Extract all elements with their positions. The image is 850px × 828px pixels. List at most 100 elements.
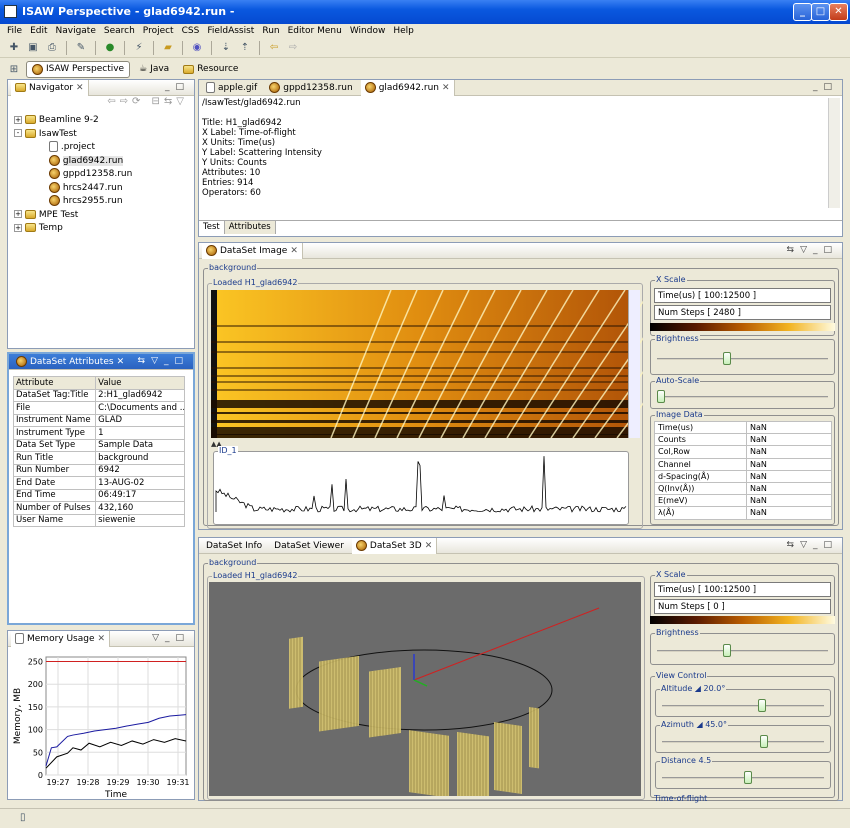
table-row[interactable]: End Date 13-AUG-02 bbox=[12, 476, 185, 490]
time-field[interactable]: Time(us) [ 100:12500 ] bbox=[654, 288, 831, 303]
table-row[interactable]: Instrument Name GLAD bbox=[12, 413, 185, 427]
edit-icon[interactable]: ✎ bbox=[73, 40, 89, 55]
view-controls[interactable]: ▽_□ bbox=[152, 633, 190, 643]
tree-item[interactable]: glad6942.run bbox=[14, 154, 194, 169]
table-row[interactable]: Instrument Type 1 bbox=[12, 426, 185, 440]
fast-view-icon[interactable]: ▯ bbox=[20, 812, 26, 823]
table-row[interactable]: File C:\Documents and ... bbox=[12, 401, 185, 415]
menu-window[interactable]: Window bbox=[350, 26, 386, 36]
close-icon[interactable]: ✕ bbox=[290, 246, 298, 256]
column-header[interactable]: Attribute bbox=[12, 376, 97, 390]
view3d-tab[interactable]: DataSet Viewer bbox=[270, 538, 348, 554]
menu-edit[interactable]: Edit bbox=[30, 26, 47, 36]
print-icon[interactable]: ⎙ bbox=[44, 40, 60, 55]
globe-icon[interactable]: ◉ bbox=[189, 40, 205, 55]
editor-tab[interactable]: glad6942.run ✕ bbox=[360, 79, 455, 96]
menu-project[interactable]: Project bbox=[143, 26, 174, 36]
brightness-slider[interactable] bbox=[657, 352, 828, 366]
close-icon[interactable]: ✕ bbox=[76, 83, 84, 93]
altitude-slider[interactable] bbox=[662, 699, 824, 713]
tree-item[interactable]: gppd12358.run bbox=[14, 168, 194, 182]
menu-editor-menu[interactable]: Editor Menu bbox=[288, 26, 342, 36]
view-controls[interactable]: ⇆▽_□ bbox=[138, 356, 189, 366]
table-row[interactable]: Data Set Type Sample Data bbox=[12, 438, 185, 452]
azimuth-slider[interactable] bbox=[662, 735, 824, 749]
save-icon[interactable]: ▣ bbox=[25, 40, 41, 55]
view3d-tab[interactable]: DataSet Info bbox=[202, 538, 266, 554]
back-icon[interactable]: ⇦ bbox=[266, 40, 282, 55]
tab-attributes[interactable]: DataSet Attributes ✕ bbox=[12, 354, 128, 370]
navigator-toolbar[interactable]: ⇦⇨⟳ ⊟⇆▽ bbox=[8, 96, 194, 114]
close-icon[interactable]: ✕ bbox=[98, 634, 106, 644]
menu-navigate[interactable]: Navigate bbox=[56, 26, 96, 36]
tab-attributes-editor[interactable]: Attributes bbox=[224, 221, 276, 234]
menu-file[interactable]: File bbox=[7, 26, 22, 36]
tree-item[interactable]: hrcs2955.run bbox=[14, 195, 194, 209]
tab-test[interactable]: Test bbox=[199, 221, 225, 234]
run-icon[interactable]: ● bbox=[102, 40, 118, 55]
expand-toggle-icon[interactable]: + bbox=[14, 115, 22, 124]
close-icon[interactable]: ✕ bbox=[442, 83, 450, 93]
window-title-bar[interactable]: ISAW Perspective - glad6942.run - _ □ ✕ bbox=[0, 0, 850, 24]
perspective-java[interactable]: ☕ Java bbox=[134, 61, 174, 78]
tree-item[interactable]: + MPE Test bbox=[14, 209, 194, 223]
tree-item[interactable]: - IsawTest bbox=[14, 128, 194, 142]
view-controls[interactable]: _□ bbox=[813, 82, 838, 92]
menu-run[interactable]: Run bbox=[262, 26, 279, 36]
time-field[interactable]: Time(us) [ 100:12500 ] bbox=[654, 582, 831, 597]
view3d-tab[interactable]: DataSet 3D ✕ bbox=[351, 537, 438, 554]
view-controls[interactable]: ⇆▽_□ bbox=[787, 540, 838, 550]
steps-field[interactable]: Num Steps [ 2480 ] bbox=[654, 305, 831, 320]
distance-slider[interactable] bbox=[662, 771, 824, 785]
tab-navigator[interactable]: Navigator ✕ bbox=[11, 79, 89, 96]
close-button[interactable]: ✕ bbox=[829, 3, 848, 21]
menu-help[interactable]: Help bbox=[393, 26, 414, 36]
expand-toggle-icon[interactable]: + bbox=[14, 210, 22, 218]
image-scrollbar[interactable] bbox=[628, 290, 640, 438]
table-row[interactable]: Run Title background bbox=[12, 451, 185, 465]
brightness-slider[interactable] bbox=[657, 644, 828, 658]
menu-fieldassist[interactable]: FieldAssist bbox=[207, 26, 254, 36]
view-controls[interactable]: _□ bbox=[165, 82, 190, 92]
tree-item[interactable]: .project bbox=[14, 141, 194, 155]
tab-dataset-image[interactable]: DataSet Image ✕ bbox=[202, 242, 303, 259]
close-icon[interactable]: ✕ bbox=[425, 541, 433, 551]
editor-tab[interactable]: apple.gif bbox=[202, 80, 261, 96]
forward-icon[interactable]: ⇨ bbox=[285, 40, 301, 55]
navigator-tree[interactable]: + Beamline 9-2- IsawTest .project glad69… bbox=[8, 114, 194, 236]
prev-annotation-icon[interactable]: ⇡ bbox=[237, 40, 253, 55]
table-row[interactable]: Run Number 6942 bbox=[12, 463, 185, 477]
expand-toggle-icon[interactable]: - bbox=[14, 129, 22, 137]
open-perspective-icon[interactable]: ⊞ bbox=[6, 62, 22, 77]
editor-scrollbar[interactable] bbox=[828, 98, 840, 208]
menu-search[interactable]: Search bbox=[104, 26, 135, 36]
table-row[interactable]: End Time 06:49:17 bbox=[12, 488, 185, 502]
table-row[interactable]: User Name siewenie bbox=[12, 513, 185, 527]
table-row[interactable]: Number of Pulses 432,160 bbox=[12, 501, 185, 515]
table-row[interactable]: DataSet Tag:Title 2:H1_glad6942 bbox=[12, 388, 185, 402]
perspective-isaw[interactable]: ISAW Perspective bbox=[26, 60, 131, 78]
tree-item[interactable]: + Beamline 9-2 bbox=[14, 114, 194, 128]
editor-text[interactable]: /IsawTest/glad6942.run Title: H1_glad694… bbox=[199, 96, 842, 220]
editor-tab[interactable]: gppd12358.run bbox=[265, 80, 356, 96]
expand-toggle-icon[interactable]: + bbox=[14, 223, 22, 232]
autoscale-slider[interactable] bbox=[657, 390, 828, 404]
minimize-button[interactable]: _ bbox=[793, 3, 812, 21]
spectrum-graph[interactable] bbox=[214, 454, 628, 524]
3d-canvas[interactable] bbox=[209, 582, 641, 796]
menu-css[interactable]: CSS bbox=[182, 26, 200, 36]
next-annotation-icon[interactable]: ⇣ bbox=[218, 40, 234, 55]
close-icon[interactable]: ✕ bbox=[117, 357, 125, 367]
new-icon[interactable]: ✚ bbox=[6, 40, 22, 55]
steps-field[interactable]: Num Steps [ 0 ] bbox=[654, 599, 831, 614]
tab-memory[interactable]: Memory Usage ✕ bbox=[11, 630, 111, 647]
column-header[interactable]: Value bbox=[95, 376, 185, 390]
tree-item[interactable]: hrcs2447.run bbox=[14, 181, 194, 196]
maximize-button[interactable]: □ bbox=[811, 3, 830, 21]
dataset-image[interactable] bbox=[211, 290, 643, 438]
open-folder-icon[interactable]: ▰ bbox=[160, 40, 176, 55]
debug-icon[interactable]: ⚡ bbox=[131, 40, 147, 55]
perspective-resource[interactable]: Resource bbox=[178, 61, 243, 78]
tree-item[interactable]: + Temp bbox=[14, 222, 194, 236]
view-controls[interactable]: ⇆▽_□ bbox=[787, 245, 838, 255]
